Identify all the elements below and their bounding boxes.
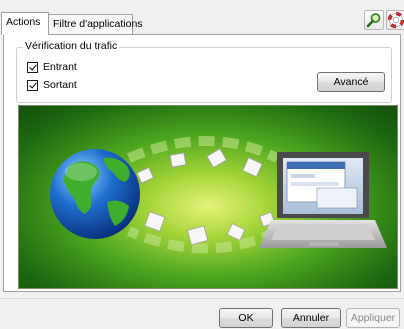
search-button[interactable]	[364, 10, 384, 30]
apply-button[interactable]: Appliquer	[346, 308, 400, 328]
group-title: Vérification du trafic	[23, 40, 120, 52]
help-button[interactable]	[386, 10, 404, 30]
illustration-graphic	[50, 136, 387, 254]
search-magnifier-icon	[366, 13, 381, 28]
document-icon	[136, 148, 263, 184]
footer-separator	[0, 298, 404, 299]
laptop-icon	[259, 152, 387, 248]
outbound-checkbox[interactable]	[27, 79, 38, 91]
tab-bar: Actions Filtre d'applications	[0, 0, 404, 36]
inbound-row[interactable]: Entrant	[27, 61, 77, 73]
tab-label: Actions	[6, 16, 41, 28]
ok-button[interactable]: OK	[219, 308, 273, 328]
tab-actions[interactable]: Actions	[1, 12, 49, 35]
tab-filtre-applications[interactable]: Filtre d'applications	[48, 14, 143, 34]
lifebuoy-help-icon	[387, 11, 404, 29]
cancel-button[interactable]: Annuler	[281, 308, 341, 328]
actions-panel: Vérification du trafic Entrant Sortant A…	[3, 34, 401, 292]
advanced-button[interactable]: Avancé	[317, 72, 385, 92]
outbound-row[interactable]: Sortant	[27, 79, 77, 91]
traffic-check-group: Vérification du trafic Entrant Sortant A…	[16, 40, 392, 103]
document-icon	[144, 211, 276, 246]
globe-icon	[50, 149, 140, 239]
inbound-checkbox[interactable]	[27, 61, 38, 73]
tab-label: Filtre d'applications	[53, 18, 143, 30]
outbound-label: Sortant	[43, 79, 77, 91]
inbound-label: Entrant	[43, 61, 77, 73]
traffic-illustration	[18, 105, 398, 289]
